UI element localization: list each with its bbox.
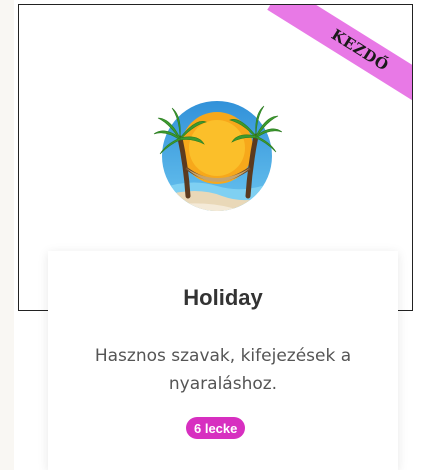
page-left-strip [0,0,14,470]
course-card[interactable]: Holiday Hasznos szavak, kifejezések a ny… [48,251,398,470]
course-description: Hasznos szavak, kifejezések a nyaralásho… [94,346,352,394]
beach-hammock-palm-icon [153,101,282,211]
lesson-count-badge: 6 lecke [186,417,246,439]
level-ribbon: KEZDŐ [267,5,412,116]
course-title[interactable]: Holiday [48,285,398,311]
